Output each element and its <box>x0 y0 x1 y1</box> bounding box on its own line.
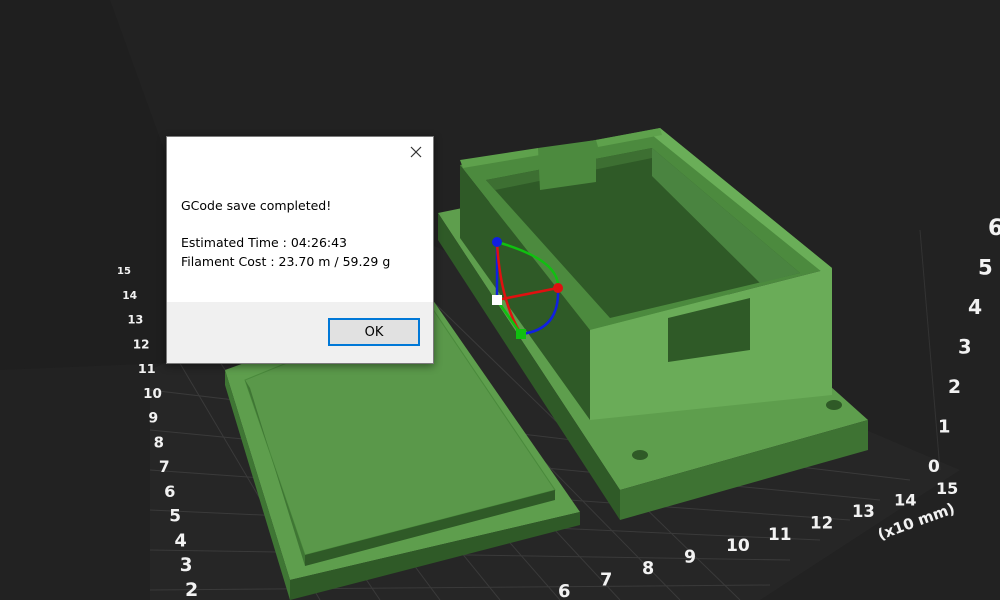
y-tick-label: 2 <box>185 579 198 600</box>
y-tick-label: 10 <box>143 387 162 402</box>
x-tick-label: 6 <box>558 581 571 600</box>
y-tick-label: 8 <box>154 434 164 451</box>
y-tick-label: 12 <box>133 337 150 351</box>
x-tick-label: 10 <box>726 536 750 556</box>
y-tick-label: 7 <box>159 458 170 476</box>
x-tick-label: 7 <box>600 571 612 591</box>
y-tick-label: 5 <box>169 506 181 526</box>
x-tick-label: 15 <box>936 479 958 498</box>
y-tick-label: 4 <box>175 531 187 551</box>
y-tick-label: 6 <box>164 482 175 501</box>
x-tick-label: 9 <box>684 548 696 568</box>
z-tick-label: 0 <box>928 457 940 477</box>
z-axis-line <box>919 229 941 471</box>
mount-hole <box>826 400 842 410</box>
y-tick-label: 9 <box>148 411 158 427</box>
mount-hole <box>632 450 648 460</box>
estimated-time: Estimated Time : 04:26:43 <box>181 235 348 250</box>
y-tick-label: 13 <box>127 313 143 327</box>
z-tick-label: 2 <box>948 377 961 398</box>
gizmo-center-handle[interactable] <box>492 295 502 305</box>
dialog-footer: OK <box>167 302 433 363</box>
x-tick-label: 8 <box>642 559 654 579</box>
z-tick-label: 3 <box>958 336 972 359</box>
y-tick-label: 11 <box>138 362 156 377</box>
z-tick-label: 1 <box>938 417 950 438</box>
dialog-body: GCode save completed! Estimated Time : 0… <box>167 137 433 302</box>
y-tick-label: 3 <box>180 555 193 576</box>
z-axis-labels: 0 1 2 3 4 5 6 <box>928 216 1000 477</box>
x-tick-label: 13 <box>852 502 875 521</box>
x-tick-label: 14 <box>894 490 917 509</box>
y-tick-label: 14 <box>122 289 137 302</box>
3d-viewport[interactable]: 23456789101112131415 6789101112131415 01… <box>0 0 1000 600</box>
gcode-save-dialog: GCode save completed! Estimated Time : 0… <box>166 136 434 364</box>
z-tick-label: 5 <box>978 255 993 280</box>
y-tick-label: 15 <box>117 266 131 277</box>
ok-button[interactable]: OK <box>328 318 420 346</box>
close-icon[interactable] <box>405 141 427 163</box>
gizmo-y-handle[interactable] <box>516 329 526 339</box>
x-tick-label: 12 <box>810 513 833 532</box>
x-tick-label: 11 <box>768 524 791 544</box>
gizmo-z-handle[interactable] <box>492 237 502 247</box>
gizmo-x-handle[interactable] <box>553 283 563 293</box>
dialog-message: GCode save completed! <box>181 198 332 213</box>
z-tick-label: 6 <box>988 216 1000 241</box>
filament-cost: Filament Cost : 23.70 m / 59.29 g <box>181 254 391 269</box>
z-tick-label: 4 <box>968 295 982 319</box>
